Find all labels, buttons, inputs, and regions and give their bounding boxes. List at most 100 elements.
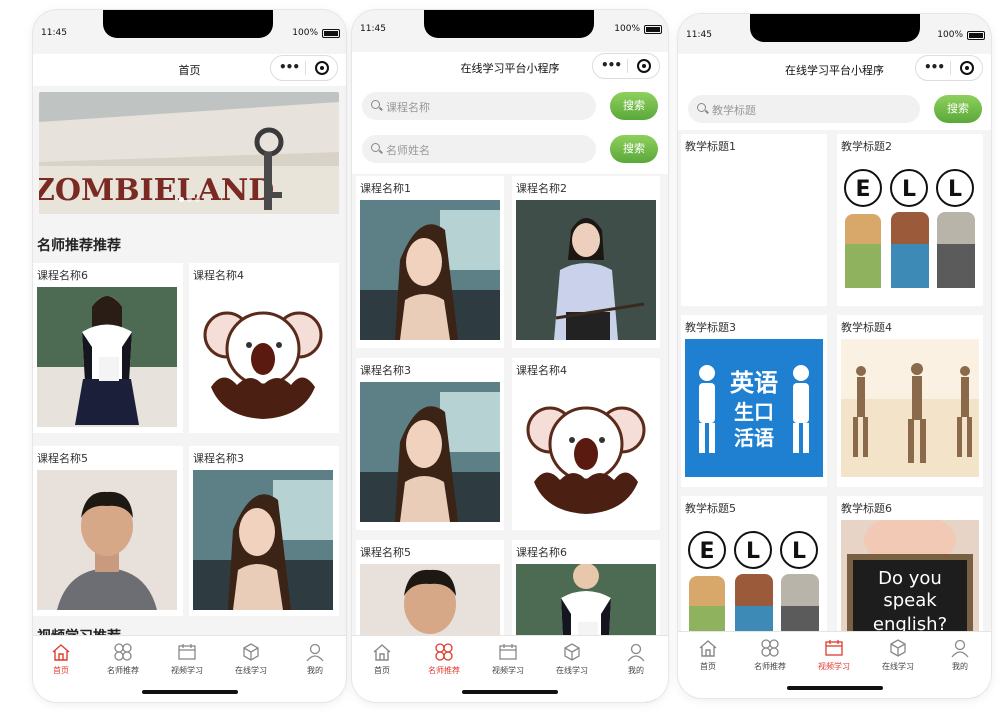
tab-label: 视频学习 <box>171 666 203 675</box>
lesson-card[interactable]: 教学标题3 英语 生口 活语 <box>681 315 827 487</box>
close-target-icon[interactable] <box>315 61 329 75</box>
teacher-photo <box>37 287 177 427</box>
tab-teachers[interactable]: 名师推荐 <box>418 642 470 676</box>
search-placeholder: 教学标题 <box>712 104 756 117</box>
teacher-photo <box>360 200 500 340</box>
course-card[interactable]: 课程名称2 <box>512 176 660 348</box>
mini-program-capsule: ••• <box>270 55 338 81</box>
clover-icon <box>114 643 132 661</box>
more-icon[interactable]: ••• <box>279 61 300 73</box>
calendar-icon <box>178 644 196 660</box>
more-icon[interactable]: ••• <box>601 59 622 71</box>
battery-icon <box>967 31 985 40</box>
status-time: 11:45 <box>686 30 712 40</box>
search-button[interactable]: 搜索 <box>610 135 658 163</box>
tab-bar: 首页 名师推荐 视频学习 在线学习 我的 <box>352 635 668 702</box>
teacher-photo <box>516 200 656 340</box>
tab-videos[interactable]: 视频学习 <box>808 638 860 672</box>
tab-home[interactable]: 首页 <box>682 638 734 672</box>
course-card[interactable]: 课程名称6 <box>33 263 183 433</box>
card-label: 教学标题6 <box>841 502 892 515</box>
more-icon[interactable]: ••• <box>924 61 945 73</box>
poster-word-1: 英语 <box>730 369 778 397</box>
card-image <box>37 470 177 610</box>
home-indicator <box>141 690 238 694</box>
tab-videos[interactable]: 视频学习 <box>161 642 213 676</box>
nav-bar: 在线学习平台小程序 ••• <box>352 52 668 84</box>
battery-icon <box>322 29 340 38</box>
lesson-search-input[interactable]: 教学标题 <box>688 95 920 123</box>
course-card[interactable]: 课程名称1 <box>356 176 504 348</box>
close-target-icon[interactable] <box>637 59 651 73</box>
user-icon <box>627 643 645 662</box>
tab-label: 首页 <box>53 666 69 675</box>
lesson-card[interactable]: 教学标题2 E L L <box>837 134 983 306</box>
tab-profile[interactable]: 我的 <box>289 642 341 676</box>
home-indicator <box>786 686 883 690</box>
tab-label: 在线学习 <box>882 662 914 671</box>
lesson-card[interactable]: 教学标题1 <box>681 134 827 306</box>
card-image <box>841 339 979 477</box>
tab-profile[interactable]: 我的 <box>934 638 986 672</box>
home-icon <box>699 640 717 657</box>
phone-home: 11:45 100% 首页 ••• ZOMBIELAND 名师推荐推荐 课程名称… <box>33 10 346 702</box>
tab-bar: 首页 名师推荐 视频学习 在线学习 我的 <box>678 631 991 698</box>
course-card[interactable]: 课程名称4 <box>189 263 339 433</box>
status-time: 11:45 <box>41 28 67 38</box>
home-indicator <box>462 690 558 694</box>
card-label: 教学标题5 <box>685 502 736 515</box>
svg-text:E: E <box>699 539 714 564</box>
course-search-input[interactable]: 课程名称 <box>362 92 596 120</box>
tab-teachers[interactable]: 名师推荐 <box>97 642 149 676</box>
tab-label: 名师推荐 <box>107 666 139 675</box>
tab-profile[interactable]: 我的 <box>610 642 662 676</box>
calendar-icon <box>499 644 517 660</box>
card-label: 课程名称5 <box>37 452 88 465</box>
course-card[interactable]: 课程名称3 <box>356 358 504 530</box>
tab-label: 我的 <box>628 666 644 675</box>
card-image <box>360 382 500 522</box>
banner-text: ZOMBIELAND <box>39 173 274 208</box>
box-icon <box>243 643 259 661</box>
tab-teachers[interactable]: 名师推荐 <box>744 638 796 672</box>
tab-online[interactable]: 在线学习 <box>225 642 277 676</box>
tab-label: 在线学习 <box>235 666 267 675</box>
tab-videos[interactable]: 视频学习 <box>482 642 534 676</box>
box-icon <box>890 639 906 657</box>
course-card[interactable]: 课程名称4 <box>512 358 660 530</box>
clover-icon <box>435 643 453 661</box>
status-bar: 11:45 100% <box>33 28 346 42</box>
spoken-english-poster: 英语 生口 活语 <box>685 339 823 477</box>
tab-home[interactable]: 首页 <box>35 642 87 676</box>
search-button[interactable]: 搜索 <box>934 95 982 123</box>
status-bar: 11:45 100% <box>678 30 991 44</box>
capsule-divider <box>950 61 951 75</box>
teacher-search-input[interactable]: 名师姓名 <box>362 135 596 163</box>
tab-online[interactable]: 在线学习 <box>546 642 598 676</box>
teacher-photo <box>193 470 333 610</box>
banner-carousel[interactable]: ZOMBIELAND <box>39 92 339 214</box>
carousel-indicator <box>179 187 203 206</box>
sign-line-1: Do you <box>878 568 942 589</box>
battery-percent: 100% <box>614 24 640 34</box>
tab-home[interactable]: 首页 <box>356 642 408 676</box>
capsule-divider <box>305 61 306 75</box>
teacher-photo <box>360 382 500 522</box>
ell-cartoon: E L L <box>841 158 979 296</box>
search-icon <box>371 100 380 109</box>
koala-logo <box>516 382 656 522</box>
svg-text:L: L <box>902 177 916 202</box>
tab-online[interactable]: 在线学习 <box>872 638 924 672</box>
search-button[interactable]: 搜索 <box>610 92 658 120</box>
course-card[interactable]: 课程名称3 <box>189 446 339 616</box>
mini-program-capsule: ••• <box>592 53 660 79</box>
course-card[interactable]: 课程名称5 <box>33 446 183 616</box>
close-target-icon[interactable] <box>960 61 974 75</box>
lesson-card[interactable]: 教学标题4 <box>837 315 983 487</box>
card-label: 课程名称1 <box>360 182 411 195</box>
koala-logo <box>193 287 333 427</box>
tab-label: 在线学习 <box>556 666 588 675</box>
tab-label: 名师推荐 <box>754 662 786 671</box>
card-label: 教学标题2 <box>841 140 892 153</box>
search-placeholder: 课程名称 <box>386 101 430 114</box>
